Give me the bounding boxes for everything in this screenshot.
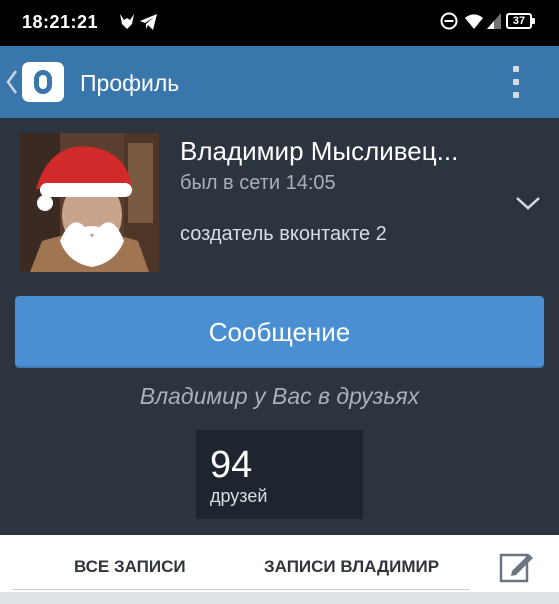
status-bar: 18:21:21 37: [0, 0, 559, 46]
signal-icon: [487, 13, 501, 29]
profile-name: Владимир Мысливец...: [180, 136, 459, 166]
edit-icon[interactable]: [498, 549, 534, 585]
status-time: 18:21:21: [22, 12, 99, 32]
page-title: Профиль: [80, 70, 180, 96]
tabs-divider: [12, 589, 470, 590]
overflow-menu-icon[interactable]: [508, 66, 524, 100]
app-bar: Профиль: [0, 46, 559, 118]
wifi-icon: [465, 14, 483, 29]
friendship-note: Владимир у Вас в друзьях: [139, 383, 420, 409]
message-button[interactable]: Сообщение: [15, 296, 544, 368]
app-logo-icon[interactable]: [22, 62, 64, 102]
online-status: был в сети 14:05: [180, 172, 336, 194]
tab-all-posts[interactable]: ВСЕ ЗАПИСИ: [74, 557, 186, 577]
telegram-icon: [140, 14, 157, 30]
do-not-disturb-icon: [440, 12, 458, 30]
friends-count: 94: [210, 444, 253, 486]
friends-counter[interactable]: 94 друзей: [196, 430, 363, 519]
content-strip: [0, 592, 559, 604]
tab-owner-posts[interactable]: ЗАПИСИ ВЛАДИМИР: [264, 557, 439, 577]
chevron-down-icon[interactable]: [515, 196, 541, 210]
chevron-left-icon[interactable]: [5, 69, 19, 95]
animal-notification-icon: [120, 14, 134, 29]
friends-label: друзей: [210, 486, 268, 506]
avatar[interactable]: [20, 133, 159, 272]
profile-description: создатель вконтакте 2: [180, 223, 387, 245]
battery-icon: 37: [506, 13, 535, 29]
